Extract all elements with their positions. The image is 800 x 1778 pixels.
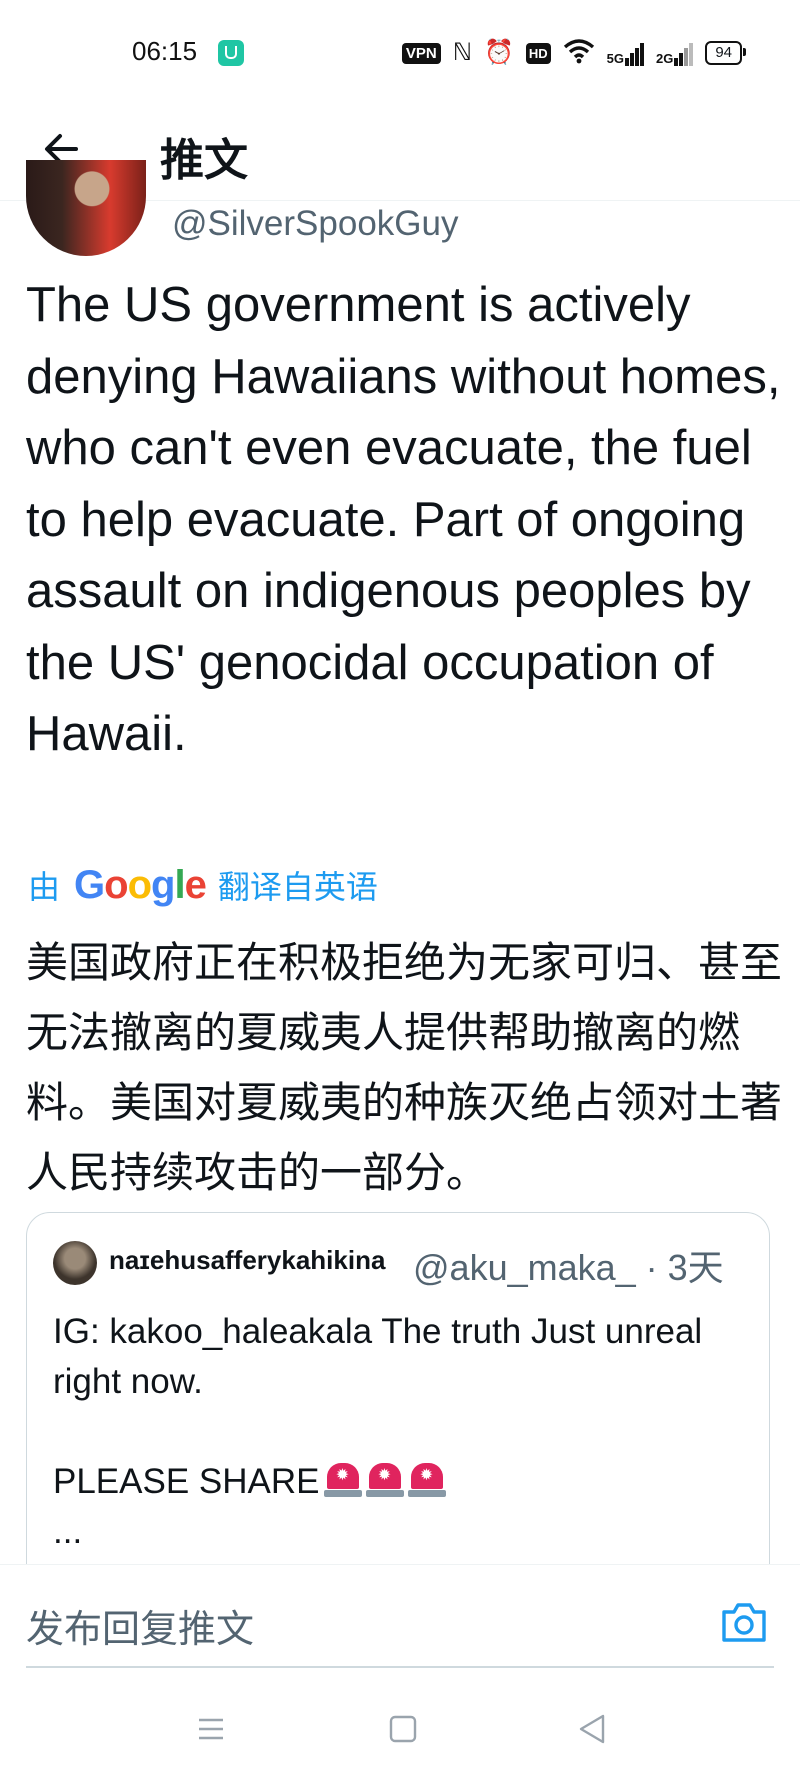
wifi-icon [563,38,595,69]
battery-icon: 94 [705,41,746,65]
nfc-icon: ℕ [452,39,472,66]
translate-suffix: 翻译自英语 [217,868,378,906]
home-square-icon[interactable] [388,1714,418,1744]
status-time: 06:15 [132,36,198,66]
status-bar: 06:15 VPN ℕ ⏰ HD 5G 2G 94 [0,0,800,100]
author-avatar[interactable] [26,160,146,256]
app-notification-icon [218,40,244,66]
quoted-tweet-body: IG: kakoo_haleakala The truth Just unrea… [53,1307,753,1557]
siren-emoji-icon: ✹ [407,1461,446,1497]
vpn-icon: VPN [401,42,441,64]
google-logo: Google [74,862,207,907]
quoted-tweet-card[interactable]: naɪehusafferykahikina @aku_maka_ · 3天 IG… [26,1212,770,1592]
quoted-author-avatar [53,1241,97,1285]
siren-emoji-icon: ✹ [365,1461,404,1497]
translate-prefix: 由 [28,868,61,906]
quoted-author-name: naɪehusafferykahikina [109,1245,386,1275]
quoted-author-meta: @aku_maka_ · 3天 [413,1247,724,1288]
camera-icon[interactable] [720,1600,768,1644]
alarm-icon: ⏰ [483,39,514,66]
back-triangle-icon[interactable] [576,1712,610,1746]
signal-2g-icon: 2G [656,40,694,66]
status-icons: VPN ℕ ⏰ HD 5G 2G 94 [401,38,746,69]
menu-icon[interactable] [196,1714,226,1744]
tweet-text: The US government is actively denying Ha… [26,278,781,761]
reply-input[interactable]: 发布回复推文 [26,1598,616,1653]
hd-icon: HD [525,42,551,64]
quoted-tweet-ellipsis: ... [53,1512,83,1551]
reply-divider [26,1666,774,1668]
page-title: 推文 [160,135,248,186]
author-handle[interactable]: @SilverSpookGuy [172,204,458,244]
signal-5g-icon: 5G [607,40,644,66]
translated-text: 美国政府正在积极拒绝为无家可归、甚至无法撤离的夏威夷人提供帮助撤离的燃料。美国对… [26,938,783,1197]
siren-emoji-icon: ✹ [323,1461,362,1497]
translation-attribution[interactable]: 由 Google 翻译自英语 [28,862,378,908]
